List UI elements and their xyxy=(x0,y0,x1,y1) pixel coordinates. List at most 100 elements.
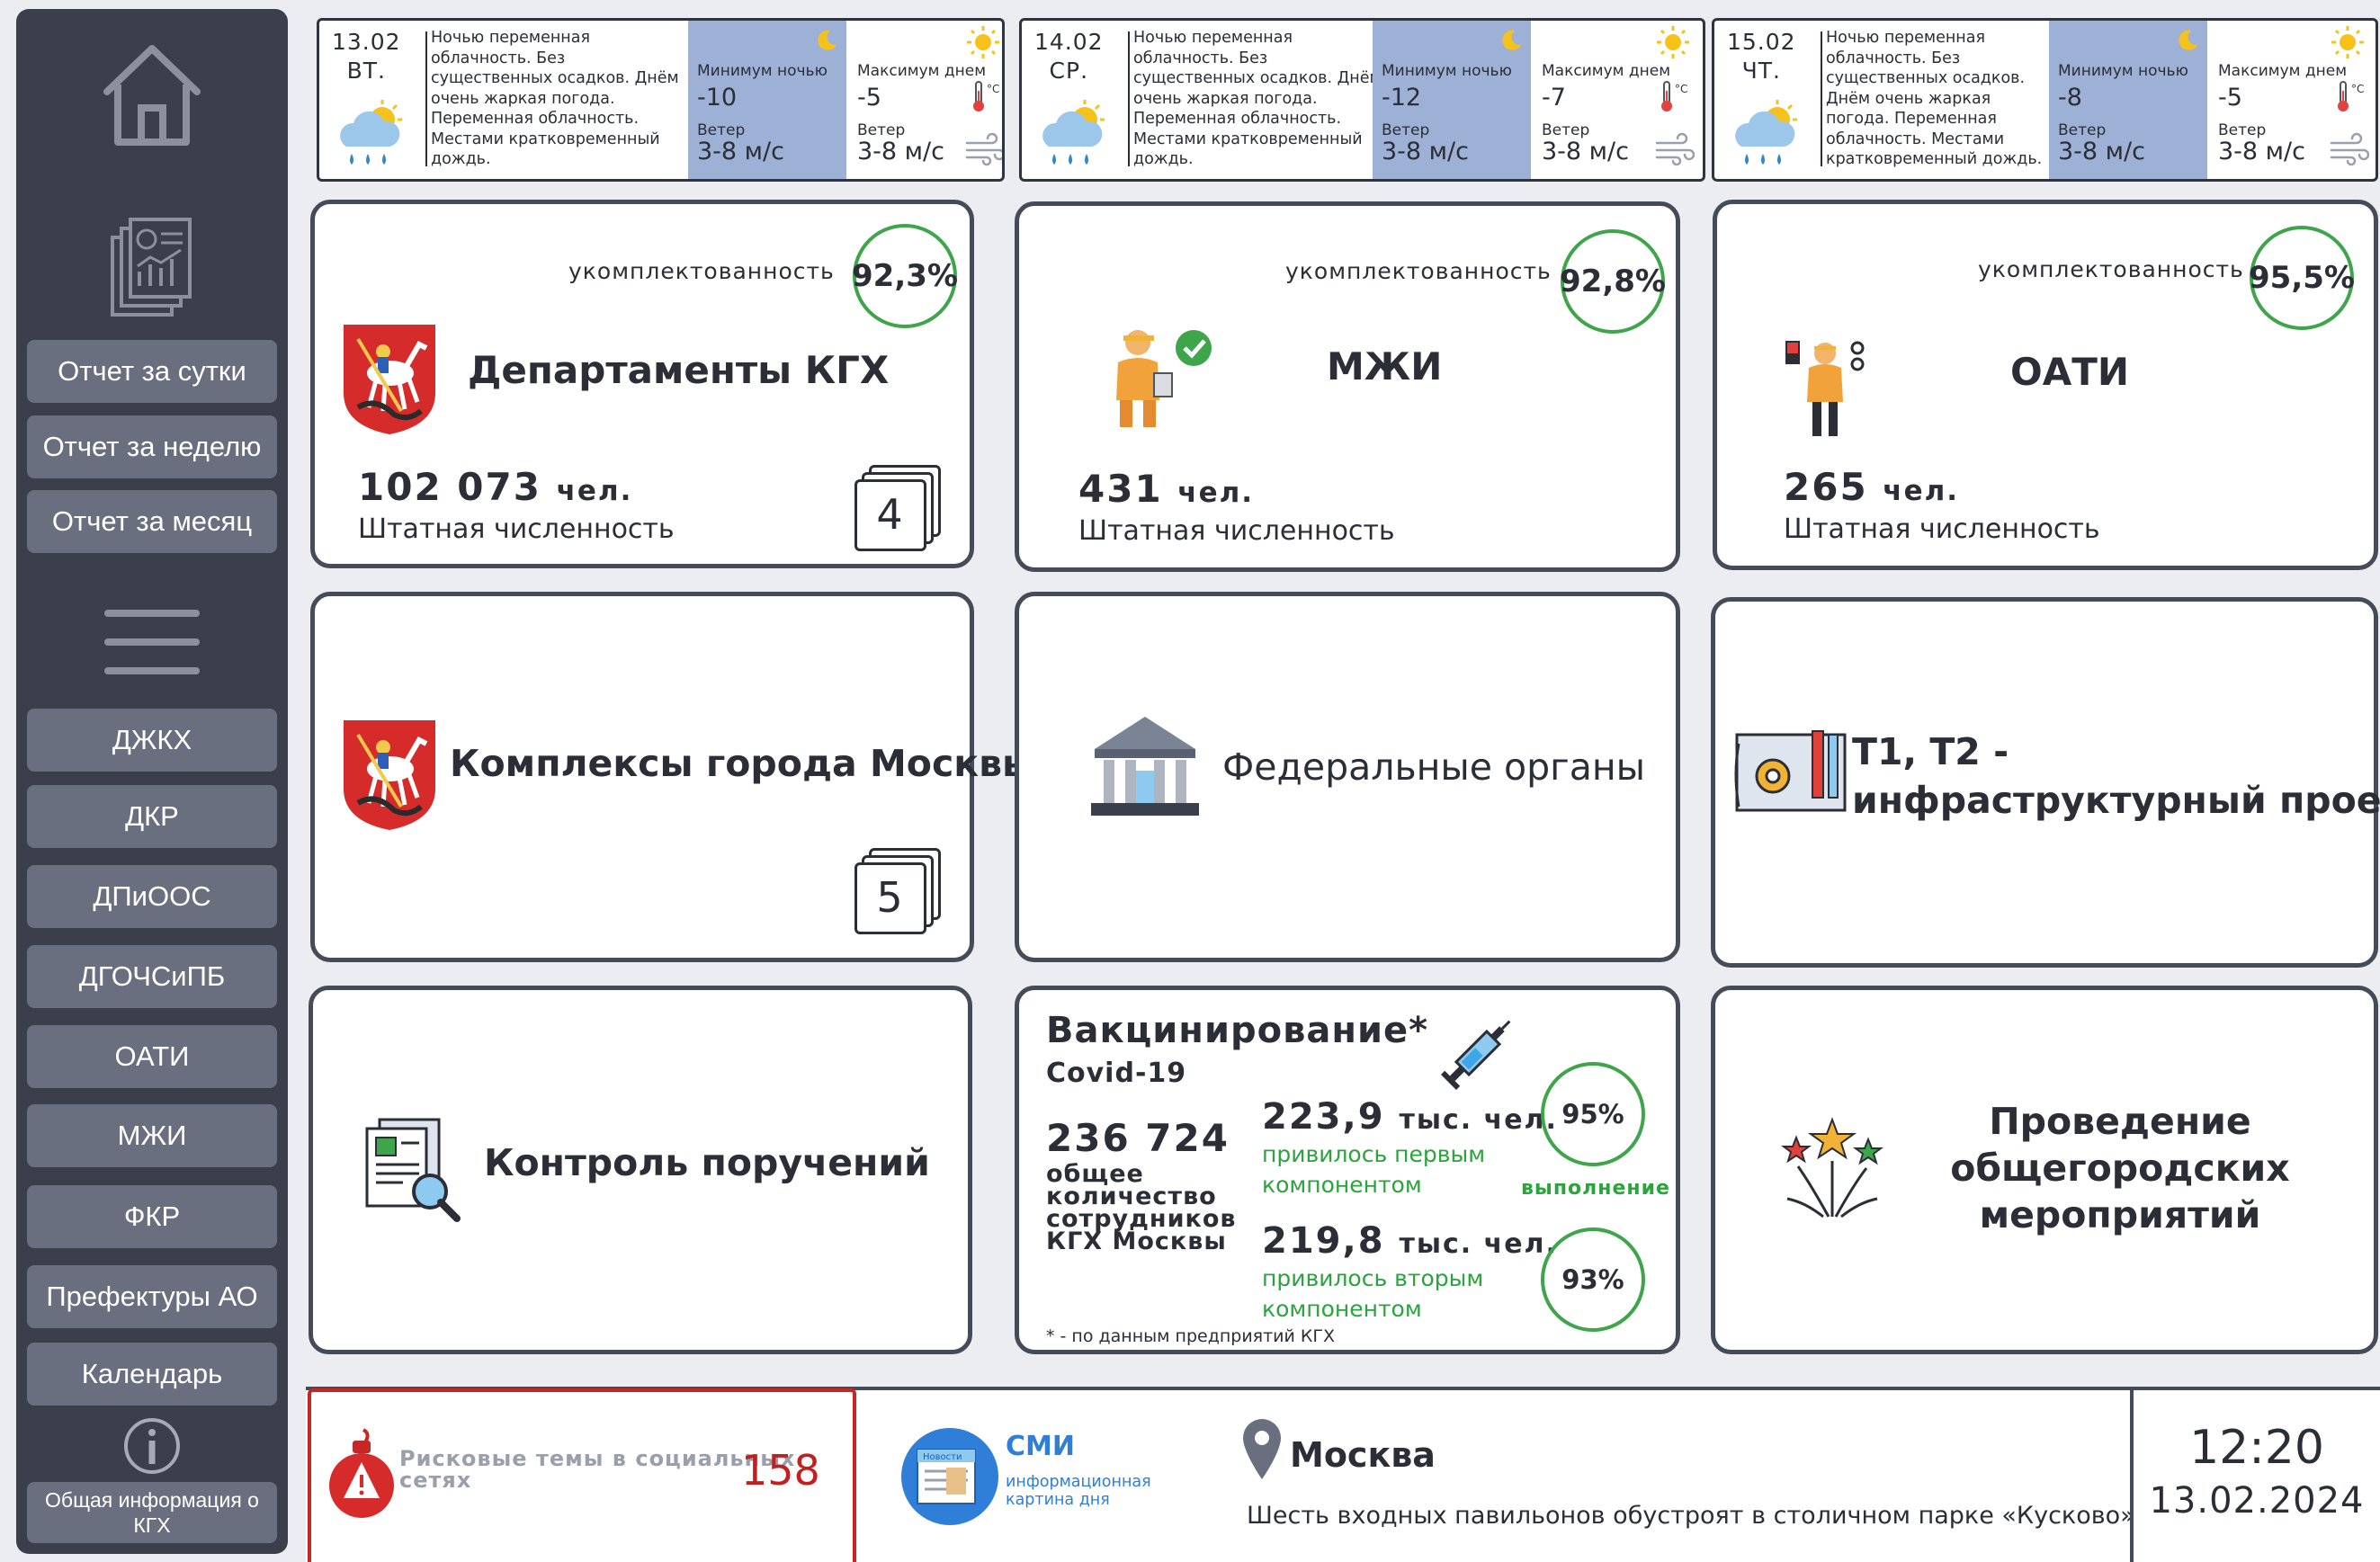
nav-dpioos[interactable]: ДПиООС xyxy=(27,865,277,928)
t1-t2-project-card[interactable]: Т1, Т2 - инфраструктурный проект xyxy=(1711,597,2380,968)
moon-icon xyxy=(1499,28,1524,57)
nav-oati[interactable]: ОАТИ xyxy=(27,1025,277,1088)
staff-count: 431 чел. xyxy=(1078,467,1255,511)
execution-label: выполнение xyxy=(1521,1177,1670,1200)
weather-wind-label: Ветер xyxy=(2218,121,2267,139)
smi-title: СМИ xyxy=(1006,1431,1075,1462)
city-events-card[interactable]: Проведение общегородских мероприятий xyxy=(1711,986,2378,1354)
risk-topics-panel[interactable]: Рисковые темы в социальных сетях 158 xyxy=(308,1388,856,1562)
cloud-rain-sun-icon xyxy=(334,100,411,175)
svg-text:°C: °C xyxy=(2351,83,2364,95)
vaccination-card[interactable]: Вакцинирование* Covid-19 236 724 общее к… xyxy=(1015,986,1680,1354)
nav-calendar[interactable]: Календарь xyxy=(27,1343,277,1406)
moscow-complexes-card[interactable]: Комплексы города Москвы 5 xyxy=(310,592,1035,962)
weather-date: 13.02 ВТ. xyxy=(332,29,401,84)
weather-wind-label: Ветер xyxy=(857,121,906,139)
staff-label: Штатная численность xyxy=(1078,515,1395,547)
syringe-icon xyxy=(1433,1010,1523,1100)
svg-text:°C: °C xyxy=(987,83,999,95)
second-component-value: 219,8 тыс. чел. xyxy=(1262,1220,1558,1262)
weather-wind-day: 3-8 м/с xyxy=(857,138,944,165)
completeness-percent: 95,5% xyxy=(2249,226,2355,330)
weather-max-value: -5 xyxy=(2218,84,2242,112)
report-month-button[interactable]: Отчет за месяц xyxy=(27,490,277,553)
alert-bomb-icon xyxy=(324,1426,396,1538)
staff-label: Штатная численность xyxy=(1784,513,2100,545)
kgh-departments-card[interactable]: укомплектованность 92,3% Департаменты КГ… xyxy=(310,200,974,568)
moscow-coat-of-arms-icon xyxy=(340,321,439,440)
weather-wind-label: Ветер xyxy=(697,121,746,139)
cloud-rain-sun-icon xyxy=(1729,100,1806,175)
second-component-note: привилось вторым компонентом xyxy=(1262,1265,1484,1322)
news-headline[interactable]: Шесть входных павильонов обустроят в сто… xyxy=(1247,1502,2135,1530)
nav-mzhi[interactable]: МЖИ xyxy=(27,1104,277,1167)
fireworks-icon xyxy=(1778,1112,1886,1224)
nav-fkr[interactable]: ФКР xyxy=(27,1185,277,1248)
current-date: 13.02.2024 xyxy=(2149,1480,2365,1522)
completeness-percent: 92,3% xyxy=(852,224,958,328)
reports-icon[interactable] xyxy=(16,214,288,322)
weather-min-label: Минимум ночью xyxy=(2058,62,2188,80)
federal-bodies-card[interactable]: Федеральные органы xyxy=(1015,592,1680,962)
inspector-tools-icon xyxy=(1780,326,1870,447)
mzhi-card[interactable]: укомплектованность 92,8% МЖИ 431 чел. Шт… xyxy=(1015,201,1680,572)
departments-count-badge: 4 xyxy=(854,465,944,555)
nav-prefectures[interactable]: Префектуры АО xyxy=(27,1265,277,1328)
wind-icon xyxy=(1655,132,1696,172)
thermometer-icon: °C xyxy=(971,78,1001,118)
nav-dkr[interactable]: ДКР xyxy=(27,785,277,848)
weather-max-label: Максимум днем xyxy=(857,62,987,80)
weather-wind-label: Ветер xyxy=(1542,121,1590,139)
card-title: Контроль поручений xyxy=(484,1141,930,1184)
inspector-check-icon xyxy=(1100,323,1217,434)
report-week-button[interactable]: Отчет за неделю xyxy=(27,415,277,478)
oati-card[interactable]: укомплектованность 95,5% ОАТИ 265 чел. Ш… xyxy=(1713,200,2378,570)
first-component-note: привилось первым компонентом xyxy=(1262,1141,1486,1198)
weather-max-label: Максимум днем xyxy=(1542,62,1671,80)
weather-min-value: -12 xyxy=(1382,84,1422,112)
nav-dgochsipb[interactable]: ДГОЧСиПБ xyxy=(27,945,277,1008)
card-title: Комплексы города Москвы xyxy=(450,742,1036,785)
card-title: Департаменты КГХ xyxy=(468,348,890,392)
weather-wind-night: 3-8 м/с xyxy=(1382,138,1469,165)
general-info-button[interactable]: Общая информация о КГХ xyxy=(27,1482,277,1543)
sidebar: Отчет за сутки Отчет за неделю Отчет за … xyxy=(16,9,288,1554)
info-icon[interactable] xyxy=(16,1416,288,1476)
sun-icon xyxy=(2330,24,2366,64)
weather-min-label: Минимум ночью xyxy=(697,62,828,80)
weather-wind-night: 3-8 м/с xyxy=(697,138,784,165)
vaccination-total: 236 724 xyxy=(1046,1116,1230,1160)
svg-text:°C: °C xyxy=(1675,83,1687,95)
completeness-label: укомплектованность xyxy=(1978,256,2244,282)
city-name: Москва xyxy=(1290,1435,1436,1475)
weather-min-value: -10 xyxy=(697,84,738,112)
weather-card-day2: 14.02 СР. Ночью переменная облачность. Бе… xyxy=(1019,18,1705,182)
home-icon[interactable] xyxy=(16,36,288,153)
staff-count: 265 чел. xyxy=(1784,465,1960,509)
orders-control-card[interactable]: Контроль поручений xyxy=(309,986,972,1354)
card-title: Т1, Т2 - инфраструктурный проект xyxy=(1852,730,2380,822)
weather-wind-day: 3-8 м/с xyxy=(1542,138,1629,165)
risk-topics-count: 158 xyxy=(741,1446,820,1495)
menu-icon[interactable] xyxy=(16,606,288,678)
current-time: 12:20 xyxy=(2189,1421,2324,1475)
nav-dzhkh[interactable]: ДЖКХ xyxy=(27,709,277,772)
wind-icon xyxy=(2330,132,2370,172)
report-day-button[interactable]: Отчет за сутки xyxy=(27,340,277,403)
weather-card-day3: 15.02 ЧТ. Ночью переменная облачность. Бе… xyxy=(1712,18,2378,182)
weather-divider xyxy=(425,31,427,166)
weather-date: 14.02 СР. xyxy=(1034,29,1104,84)
weather-wind-label: Ветер xyxy=(1382,121,1430,139)
news-app-icon[interactable]: Новости xyxy=(898,1423,1002,1531)
weather-description: Ночью переменная облачность. Без существ… xyxy=(1826,29,2043,168)
card-title: ОАТИ xyxy=(2010,350,2130,394)
card-title: Федеральные органы xyxy=(1222,745,1645,789)
weather-wind-night: 3-8 м/с xyxy=(2058,138,2145,165)
wind-icon xyxy=(965,132,1002,172)
sun-icon xyxy=(1655,24,1691,64)
weather-date: 15.02 ЧТ. xyxy=(1727,29,1796,84)
card-title: МЖИ xyxy=(1327,344,1443,388)
second-component-percent: 93% xyxy=(1541,1227,1645,1332)
thermometer-icon: °C xyxy=(1659,78,1689,118)
completeness-label: укомплектованность xyxy=(568,258,835,284)
